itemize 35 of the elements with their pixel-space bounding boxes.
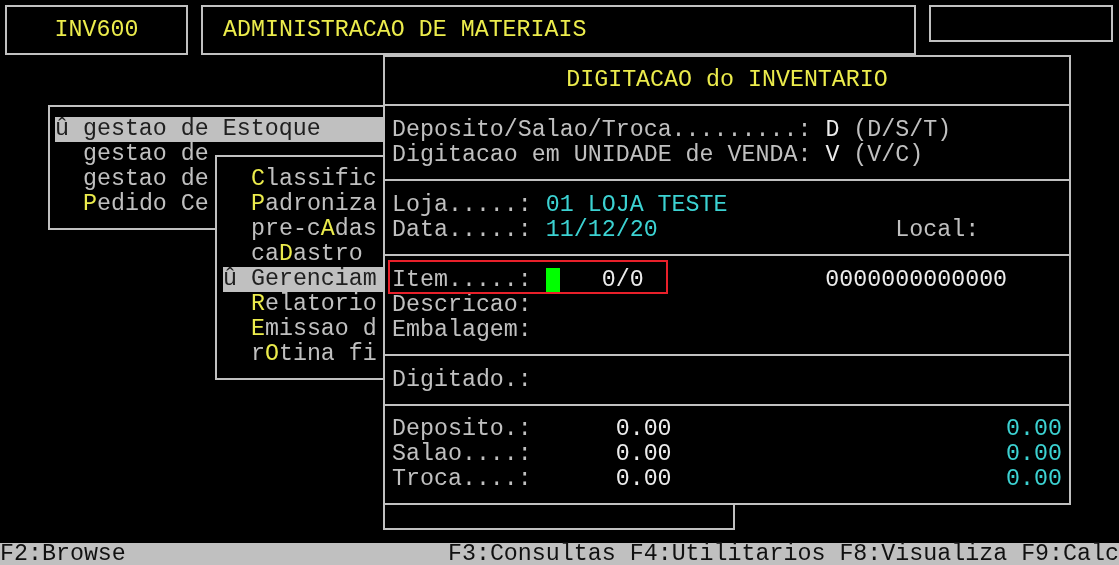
status-item[interactable]: F3:Consultas <box>447 543 616 565</box>
field-label: Item.....: <box>392 267 533 293</box>
total-value: 0.00 <box>615 417 672 442</box>
system-title: ADMINISTRACAO DE MATERIAIS <box>223 17 587 43</box>
total-value: 0.00 <box>1006 442 1062 467</box>
field-label: Embalagem: <box>392 317 532 343</box>
program-code: INV600 <box>54 17 139 43</box>
field-label: Digitado.: <box>392 367 532 393</box>
total-label: Troca....: <box>392 467 533 492</box>
item-code: 0000000000000 <box>825 267 1008 293</box>
field-label: Local: <box>895 217 980 243</box>
text-cursor <box>545 267 560 293</box>
status-item[interactable]: F9:Calc <box>1021 543 1119 565</box>
total-label: Deposito.: <box>392 417 533 442</box>
field-label: Deposito/Salao/Troca.........: <box>392 117 813 143</box>
field-options: (V/C) <box>853 142 924 168</box>
field-value: D <box>825 117 841 143</box>
status-item: F2:Browse <box>0 543 126 565</box>
total-value: 0.00 <box>1006 417 1062 442</box>
total-value: 0.00 <box>1006 467 1062 492</box>
total-value: 0.00 <box>615 442 672 467</box>
status-item[interactable]: F8:Visualiza <box>839 543 1008 565</box>
field-label: Loja.....: <box>392 192 533 218</box>
field-value: 01 LOJA TESTE <box>545 192 728 218</box>
total-label: Salao....: <box>392 442 533 467</box>
field-label: Data.....: <box>392 217 533 243</box>
field-label: Descricao: <box>392 292 532 318</box>
total-value: 0.00 <box>615 467 672 492</box>
dialog-title: DIGITACAO do INVENTARIO <box>566 68 888 93</box>
field-value: 11/12/20 <box>545 217 659 243</box>
item-count: 0/0 <box>601 267 645 293</box>
field-label: Digitacao em UNIDADE de VENDA: <box>392 142 813 168</box>
field-options: (D/S/T) <box>853 117 952 143</box>
status-item[interactable]: F4:Utilitarios <box>629 543 826 565</box>
field-value: V <box>825 142 841 168</box>
